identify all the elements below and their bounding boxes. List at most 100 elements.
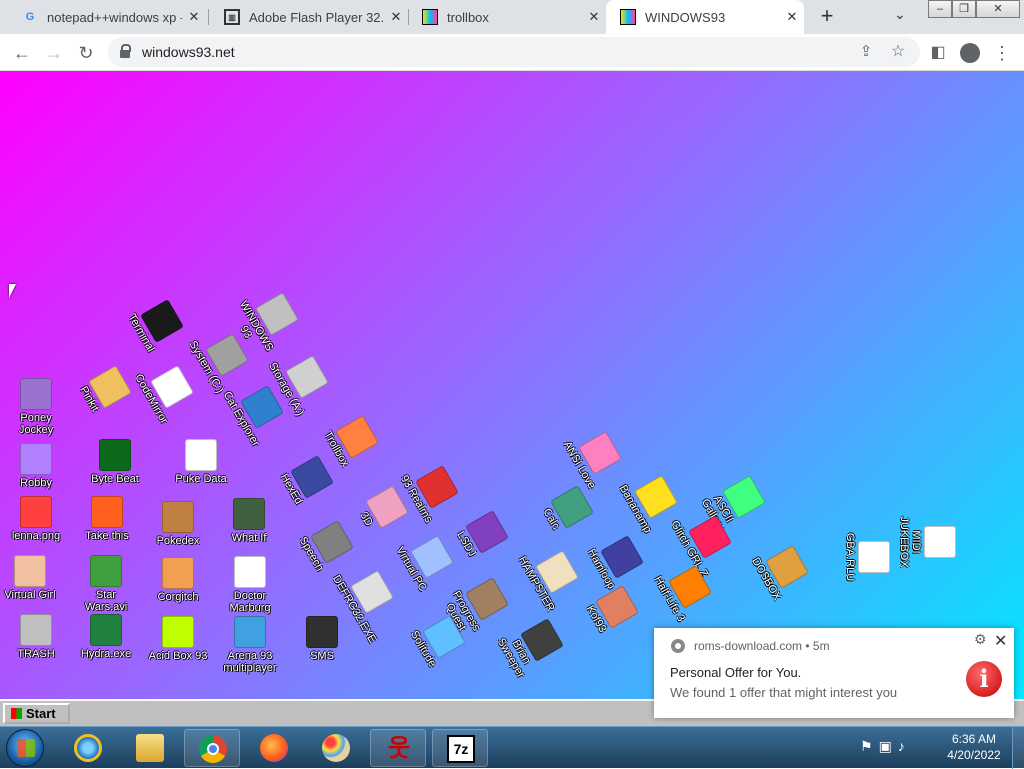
- w93-start-button[interactable]: Start: [3, 703, 70, 724]
- volume-icon[interactable]: ♪: [898, 738, 911, 754]
- desktop-icon-lenna-png[interactable]: lenna.png: [4, 496, 68, 542]
- app-icon: [20, 496, 52, 528]
- app-icon: [234, 556, 266, 588]
- desktop-icon-label: Arena 93 multiplayer: [223, 650, 277, 674]
- app-icon: [91, 496, 123, 528]
- tab-strip: G notepad++windows xp - ✕ ▥ Adobe Flash …: [0, 0, 1024, 34]
- stickman-icon[interactable]: 웃: [370, 729, 426, 767]
- tab-title: trollbox: [447, 9, 489, 25]
- app-icon: [233, 498, 265, 530]
- paint-icon[interactable]: [308, 729, 364, 767]
- kebab-menu-icon[interactable]: ⋮: [990, 41, 1014, 65]
- desktop-icon-label: Acid Box 93: [148, 650, 208, 662]
- desktop-icon-star-wars-avi[interactable]: Star Wars.avi: [74, 555, 138, 613]
- reload-icon[interactable]: ↻: [74, 41, 98, 65]
- w93-logo-icon: [11, 708, 22, 719]
- minimize-button[interactable]: –: [928, 0, 952, 18]
- desktop-icon-hydra-exe[interactable]: Hydra.exe: [74, 614, 138, 660]
- close-icon[interactable]: ✕: [994, 631, 1007, 651]
- app-icon: [306, 616, 338, 648]
- desktop-icon-label: Star Wars.avi: [84, 589, 128, 613]
- desktop-icon-label: Byte Beat: [91, 473, 139, 485]
- desktop-icon-hampster[interactable]: HAMPSTER: [515, 536, 587, 614]
- network-icon[interactable]: ▣: [879, 738, 898, 754]
- side-panel-icon[interactable]: ◧: [926, 41, 950, 65]
- desktop-icon-byte-beat[interactable]: Byte Beat: [83, 439, 147, 485]
- 7zip-icon[interactable]: 7z: [432, 729, 488, 767]
- chrome-icon[interactable]: [184, 729, 240, 767]
- desktop-icon-robby[interactable]: Robby: [4, 443, 68, 489]
- desktop-icon-virtual-girl[interactable]: Virtual Girl: [0, 555, 62, 601]
- tab-trollbox[interactable]: trollbox ✕: [408, 0, 606, 34]
- browser-toolbar: ← → ↻ windows93.net ⇪ ☆ ◧ ⋮: [0, 34, 1024, 71]
- tab-close-icon[interactable]: ✕: [780, 9, 804, 25]
- new-tab-button[interactable]: +: [814, 4, 840, 30]
- firefox-icon[interactable]: [246, 729, 302, 767]
- start-orb-icon[interactable]: [6, 729, 44, 767]
- tab-close-icon[interactable]: ✕: [582, 9, 606, 25]
- tab-search-chevron-icon[interactable]: ⌄: [894, 6, 906, 23]
- tab-close-icon[interactable]: ✕: [384, 9, 408, 25]
- desktop-icon-label: Doctor Marburg: [229, 590, 271, 614]
- desktop-icon-label: Hydra.exe: [80, 648, 132, 660]
- desktop-icon-pokedex[interactable]: Pokedex: [146, 501, 210, 547]
- desktop-icon-poney-jockey[interactable]: Poney Jockey: [4, 378, 68, 436]
- desktop-icon-label: Pokedex: [156, 535, 200, 547]
- share-icon[interactable]: ⇪: [854, 40, 878, 64]
- system-tray[interactable]: ⚑▣♪: [860, 738, 911, 755]
- bookmark-star-icon[interactable]: ☆: [886, 40, 910, 64]
- desktop-icon-doctor-marburg[interactable]: Doctor Marburg: [218, 556, 282, 614]
- info-icon: i: [966, 661, 1002, 697]
- file-explorer-icon[interactable]: [122, 729, 178, 767]
- address-bar[interactable]: windows93.net ⇪ ☆: [108, 37, 920, 67]
- app-icon: [20, 378, 52, 410]
- restore-button[interactable]: ❐: [952, 0, 976, 18]
- app-icon: [20, 614, 52, 646]
- desktop-icon-take-this[interactable]: Take this: [75, 496, 139, 542]
- tab-separator: [208, 9, 209, 25]
- desktop-icon-label: MIDI JUKEBOX: [898, 516, 922, 568]
- app-icon: [858, 541, 890, 573]
- internet-explorer-icon[interactable]: [60, 729, 116, 767]
- windows-taskbar: 웃 7z ⚑▣♪ 6:36 AM 4/20/2022: [0, 726, 1024, 769]
- desktop-icon-terminal[interactable]: Terminal: [120, 285, 192, 363]
- desktop-icon-acid-box-93[interactable]: Acid Box 93: [146, 616, 210, 662]
- tab-close-icon[interactable]: ✕: [182, 9, 206, 25]
- settings-gear-icon[interactable]: ⚙: [974, 631, 987, 648]
- google-icon: G: [25, 11, 35, 23]
- desktop-icon-dosbox[interactable]: DOSBOX: [745, 531, 817, 609]
- mouse-cursor-icon: [9, 284, 16, 298]
- app-icon: [234, 616, 266, 648]
- forward-arrow-icon[interactable]: →: [42, 41, 66, 65]
- tab-title: notepad++windows xp -: [47, 9, 182, 25]
- profile-avatar-icon[interactable]: [958, 41, 982, 65]
- desktop-icon-corgitch[interactable]: Corgitch: [146, 557, 210, 603]
- action-center-flag-icon[interactable]: ⚑: [860, 738, 879, 754]
- show-desktop-button[interactable]: [1012, 727, 1024, 769]
- notification-popup[interactable]: roms-download.com • 5m ⚙ ✕ Personal Offe…: [654, 628, 1014, 718]
- lock-icon[interactable]: [120, 44, 131, 58]
- close-window-button[interactable]: ✕: [976, 0, 1020, 18]
- chrome-icon: [671, 639, 685, 653]
- desktop-icon-gba-rlu[interactable]: GBA.RLU: [844, 525, 890, 589]
- tab-notepad[interactable]: G notepad++windows xp - ✕: [8, 0, 206, 34]
- desktop-icon-sms[interactable]: SMS: [290, 616, 354, 662]
- desktop-icon-what-if[interactable]: What If: [217, 498, 281, 544]
- app-icon: [162, 616, 194, 648]
- tab-flash[interactable]: ▥ Adobe Flash Player 32.0.0 ✕: [210, 0, 408, 34]
- tab-windows93[interactable]: WINDOWS93 ✕: [606, 0, 804, 34]
- desktop-icon-arena-93-multiplayer[interactable]: Arena 93 multiplayer: [218, 616, 282, 674]
- back-arrow-icon[interactable]: ←: [10, 41, 34, 65]
- desktop-icon-pinkit[interactable]: Pinkit: [68, 351, 140, 429]
- desktop-icon-puke-data[interactable]: Puke Data: [169, 439, 233, 485]
- app-icon: [924, 526, 956, 558]
- desktop-icon-label: GBA.RLU: [844, 532, 856, 582]
- desktop-icon-label: What If: [231, 532, 267, 544]
- desktop-icon-trash[interactable]: TRASH: [4, 614, 68, 660]
- app-icon: [20, 443, 52, 475]
- desktop-icon-midi-jukebox[interactable]: MIDI JUKEBOX: [898, 510, 956, 574]
- url-text[interactable]: windows93.net: [142, 44, 235, 60]
- tab-title: WINDOWS93: [645, 9, 726, 25]
- desktop-icon-codemirror[interactable]: CodeMirror: [130, 351, 202, 429]
- system-clock[interactable]: 6:36 AM 4/20/2022: [944, 731, 1004, 763]
